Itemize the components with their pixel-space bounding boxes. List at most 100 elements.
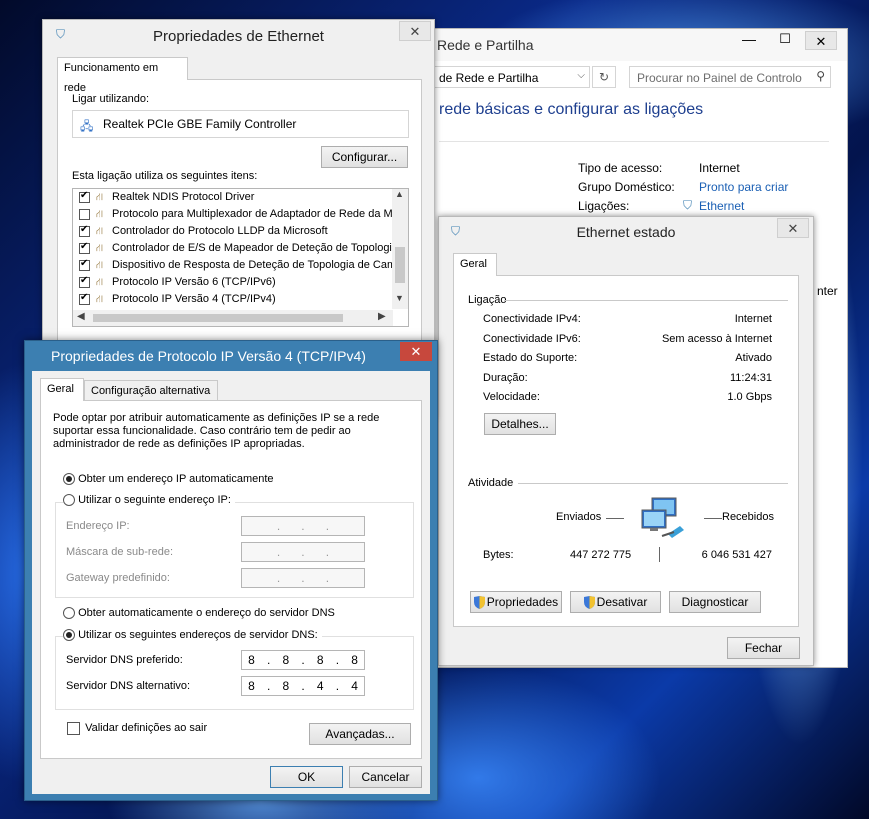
shield-icon [473,596,485,610]
access-type-label: Tipo de acesso: [578,161,663,175]
scroll-down-icon[interactable]: ▼ [395,293,404,303]
refresh-button[interactable]: ↻ [592,66,616,88]
list-item[interactable]: ⛙ Dispositivo de Resposta de Deteção de T… [79,258,393,276]
validate-option[interactable]: Validar definições ao sair [67,722,207,735]
list-item[interactable]: ⛙ Realtek NDIS Protocol Driver [79,191,254,208]
item-label: Realtek NDIS Protocol Driver [112,191,255,203]
details-button[interactable]: Detalhes... [484,413,556,435]
item-checkbox[interactable] [79,275,90,288]
duration-value: 11:24:31 [729,372,772,384]
tab-geral[interactable]: Geral [453,253,497,276]
radio-use-dns[interactable] [63,629,75,642]
item-checkbox[interactable] [79,191,90,203]
radio-use-ip[interactable] [63,494,75,507]
list-item[interactable]: ⛙ Protocolo IP Versão 6 (TCP/IPv6) [79,275,276,293]
list-item[interactable]: ⛙ Protocolo para Multiplexador de Adaptad… [79,208,393,225]
homegroup-label: Grupo Doméstico: [578,180,675,194]
dns-group-box [55,636,414,710]
items-container: ⛙ Realtek NDIS Protocol Driver ⛙ Protocolo … [73,191,393,311]
homegroup-link[interactable]: Pronto para criar [699,180,788,194]
scroll-thumb-h[interactable] [93,314,343,322]
adapter-name: Realtek PCIe GBE Family Controller [103,117,297,131]
item-checkbox[interactable] [79,258,90,271]
scroll-thumb[interactable] [395,247,405,283]
status-panel: Ligação Conectividade IPv4: Internet Con… [453,275,799,627]
alternate-dns-field[interactable]: 8. 8. 4. 4 [241,676,365,696]
item-checkbox[interactable] [79,208,90,220]
received-line [704,518,722,519]
close-button[interactable]: ✕ [777,218,809,238]
close-dialog-button[interactable]: Fechar [727,637,800,659]
speed-value: 1.0 Gbps [727,391,772,403]
tab-general[interactable]: Geral [40,378,84,401]
use-ip-option[interactable]: Utilizar o seguinte endereço IP: [63,494,235,507]
search-box[interactable]: Procurar no Painel de Controlo ⚲ [629,66,831,88]
bytes-divider [659,547,660,562]
horizontal-scrollbar[interactable]: ◀ ▶ [73,310,393,326]
obtain-ip-auto-option[interactable]: Obter um endereço IP automaticamente [63,473,274,486]
item-checkbox[interactable] [79,241,90,254]
general-panel: Pode optar por atribuir automaticamente … [40,400,422,759]
use-dns-option[interactable]: Utilizar os seguintes endereços de servi… [63,629,322,642]
divider [518,483,788,484]
items-list[interactable]: ⛙ Realtek NDIS Protocol Driver ⛙ Protocolo … [72,188,409,327]
item-checkbox[interactable] [79,292,90,305]
ethernet-link[interactable]: Ethernet [699,199,744,213]
configure-button[interactable]: Configurar... [321,146,408,168]
gateway-label: Gateway predefinido: [66,572,170,584]
divider [504,300,788,301]
protocol-icon: ⛙ [96,260,104,271]
ethernet-status-window: ⛉ Ethernet estado ✕ Geral Ligação Conect… [438,216,814,666]
maximize-button[interactable]: ☐ [775,31,795,47]
close-button[interactable]: ✕ [399,21,431,41]
octet-4: 8 [351,653,358,667]
close-button[interactable]: ✕ [400,342,432,361]
obtain-dns-auto-option[interactable]: Obter automaticamente o endereço do serv… [63,607,335,620]
close-button[interactable]: ✕ [805,31,837,50]
tab-alternate[interactable]: Configuração alternativa [84,380,218,400]
vertical-scrollbar[interactable]: ▲ ▼ [392,189,408,309]
radio-obtain-dns[interactable] [63,607,75,620]
search-icon: ⚲ [816,69,825,83]
connection-label: Ligação [468,294,507,306]
items-label: Esta ligação utiliza os seguintes itens: [72,170,258,182]
list-item[interactable]: ⛙ Controlador de E/S de Mapeador de Deteç… [79,241,393,259]
preferred-dns-field[interactable]: 8. 8. 8. 8 [241,650,365,670]
disable-button[interactable]: Desativar [570,591,661,613]
list-item[interactable]: ⛙ Controlador do Protocolo LLDP da Micros… [79,224,328,242]
scroll-right-icon[interactable]: ▶ [378,311,386,322]
protocol-icon: ⛙ [96,277,104,288]
computers-icon [638,496,688,544]
diagnose-button[interactable]: Diagnosticar [669,591,761,613]
bytes-label: Bytes: [483,549,514,561]
connections-label: Ligações: [578,199,630,213]
adapter-icon: 🖧 [80,119,94,133]
item-checkbox[interactable] [79,224,90,237]
divider [439,141,829,142]
ipv4-label: Conectividade IPv4: [483,313,581,325]
chevron-down-icon[interactable]: ⌵ [577,70,585,81]
network-center-title: Rede e Partilha [437,37,534,53]
address-bar[interactable]: de Rede e Partilha ⌵ [433,66,590,88]
radio-obtain-ip[interactable] [63,473,75,486]
validate-label: Validar definições ao sair [85,722,208,735]
cancel-button[interactable]: Cancelar [349,766,422,788]
tab-networking[interactable]: Funcionamento em rede [57,57,188,94]
protocol-icon: ⛙ [96,294,104,305]
octet-1: 8 [248,679,255,693]
item-label: Controlador do Protocolo LLDP da Microso… [112,225,328,237]
advanced-button[interactable]: Avançadas... [309,723,411,745]
list-item[interactable]: ⛙ Protocolo IP Versão 4 (TCP/IPv4) [79,292,276,310]
bytes-sent: 447 272 775 [570,549,632,561]
ethernet-icon: ⛉ [683,198,693,212]
titlebar: ⛉ Propriedades de Ethernet ✕ [43,20,434,50]
validate-checkbox[interactable] [67,722,80,735]
scroll-left-icon[interactable]: ◀ [77,311,85,322]
scroll-up-icon[interactable]: ▲ [395,189,404,199]
ok-button[interactable]: OK [270,766,343,788]
media-label: Estado do Suporte: [483,352,578,364]
protocol-icon: ⛙ [96,243,104,254]
minimize-button[interactable]: — [739,31,759,47]
properties-button[interactable]: Propriedades [470,591,562,613]
page-heading: rede básicas e configurar as ligações [439,101,704,118]
